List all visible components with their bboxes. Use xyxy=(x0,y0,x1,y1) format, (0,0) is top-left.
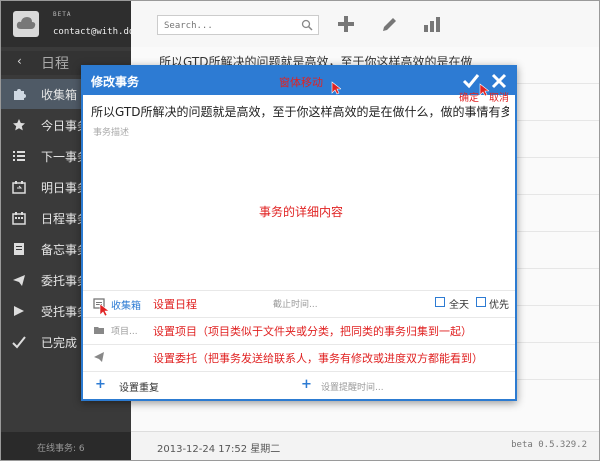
check-icon xyxy=(12,336,26,349)
add-reminder-icon[interactable]: + xyxy=(301,377,312,392)
add-icon[interactable] xyxy=(337,15,355,33)
account-email[interactable]: contact@with.do xyxy=(53,27,134,37)
deadline-field[interactable]: 截止时间... xyxy=(273,297,318,310)
schedule-row: 收集箱 设置日程 截止时间... 全天 优先 xyxy=(83,290,515,317)
online-status: 在线事务: 6 xyxy=(1,432,131,460)
toolbar xyxy=(131,1,599,48)
cloud-logo-icon xyxy=(13,11,39,37)
confirm-check-icon[interactable] xyxy=(461,71,481,91)
online-count: 在线事务: 6 xyxy=(37,444,85,454)
send-icon[interactable] xyxy=(93,351,105,363)
delegate-row: 设置委托（把事务发送给联系人，事务有修改或进度双方都能看到） xyxy=(83,344,515,371)
version-label: beta 0.5.329.2 xyxy=(511,440,587,450)
flag-icon xyxy=(14,306,24,316)
project-row: 项目... 设置项目（项目类似于文件夹或分类，把同类的事务归集到一起） xyxy=(83,317,515,344)
dialog-title: 修改事务 xyxy=(91,75,140,89)
priority-label: 优先 xyxy=(489,300,509,311)
allday-checkbox[interactable] xyxy=(435,297,445,307)
stats-chart-icon[interactable] xyxy=(423,15,441,33)
close-icon[interactable] xyxy=(489,71,509,91)
search-box[interactable] xyxy=(157,15,319,35)
memo-icon xyxy=(14,243,24,255)
priority-checkbox[interactable] xyxy=(476,297,486,307)
sidebar-item-label: 已完成 xyxy=(41,336,78,350)
move-window-annotation: 窗体移动 xyxy=(279,76,323,89)
cursor-icon xyxy=(99,303,109,317)
status-bar: 2013-12-24 17:52 星期二 beta 0.5.329.2 xyxy=(131,431,599,460)
add-repeat-icon[interactable]: + xyxy=(95,377,106,392)
chevron-left-icon[interactable]: ‹ xyxy=(17,54,22,68)
repeat-link[interactable]: 设置重复 xyxy=(119,379,159,394)
edit-task-dialog: 修改事务 窗体移动 确定 取消 事务描述 事务的详细内容 收集箱 设置日程 截止… xyxy=(81,65,517,401)
allday-label: 全天 xyxy=(449,300,469,311)
folder-icon[interactable] xyxy=(93,324,105,336)
set-schedule-annotation: 设置日程 xyxy=(153,298,197,311)
calendar-icon xyxy=(12,212,26,225)
repeat-reminder-row: + 设置重复 + 设置提醒时间... xyxy=(83,371,515,400)
description-placeholder[interactable]: 事务描述 xyxy=(93,125,129,138)
calendar-title: 日程 xyxy=(41,56,69,72)
inbox-link[interactable]: 收集箱 xyxy=(111,297,141,312)
dialog-title-bar[interactable]: 修改事务 窗体移动 确定 取消 xyxy=(83,67,515,104)
current-datetime: 2013-12-24 17:52 星期二 xyxy=(157,444,281,455)
account-header: BETA contact@with.do xyxy=(1,1,134,47)
task-title-input[interactable] xyxy=(91,102,509,120)
app-window: BETA contact@with.do ‹ 日程 收集箱 今日事务 下一事务 … xyxy=(0,0,600,461)
puzzle-icon xyxy=(14,89,26,100)
cursor-icon xyxy=(479,83,489,97)
set-delegate-annotation: 设置委托（把事务发送给联系人，事务有修改或进度双方都能看到） xyxy=(153,352,483,365)
star-icon xyxy=(13,119,25,131)
edit-pencil-icon[interactable] xyxy=(381,15,399,33)
reminder-field[interactable]: 设置提醒时间... xyxy=(321,380,384,393)
set-project-annotation: 设置项目（项目类似于文件夹或分类，把同类的事务归集到一起） xyxy=(153,325,472,338)
list-icon xyxy=(13,151,25,161)
beta-label: BETA xyxy=(53,11,72,18)
search-icon[interactable] xyxy=(301,19,313,31)
project-field[interactable]: 项目... xyxy=(111,324,138,337)
detail-content-annotation: 事务的详细内容 xyxy=(259,205,344,219)
send-icon xyxy=(13,275,25,286)
search-input[interactable] xyxy=(162,17,302,35)
sidebar-item-label: 收集箱 xyxy=(41,88,78,102)
cursor-icon xyxy=(331,81,341,95)
calendar-arrow-icon xyxy=(12,181,26,194)
